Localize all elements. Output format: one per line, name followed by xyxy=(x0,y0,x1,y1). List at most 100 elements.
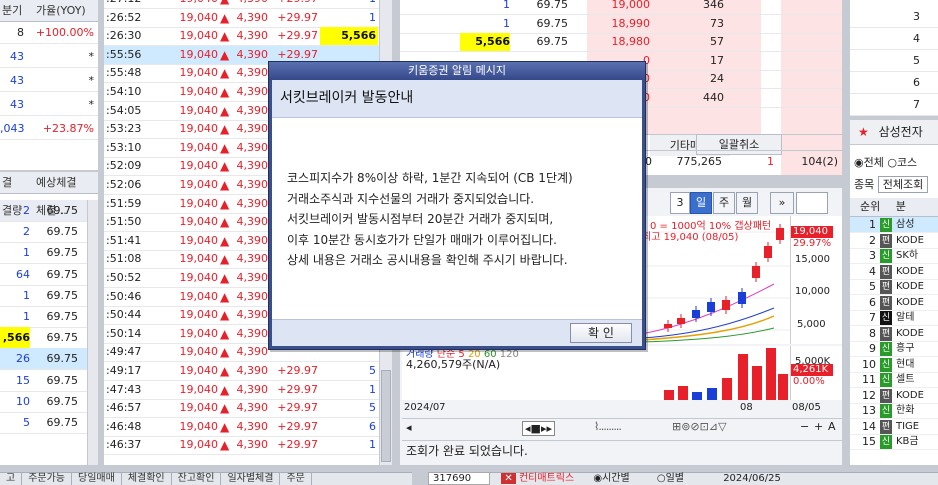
left-scrollbar[interactable] xyxy=(87,200,98,465)
price-cell: 19,040 xyxy=(179,122,219,136)
table-row[interactable]: :47:43 19,040 ▲ 4,390 +29.97 1 xyxy=(104,381,392,400)
nav-stop-icon[interactable]: ■ xyxy=(531,422,541,435)
table-row[interactable]: 26 69.75 xyxy=(0,348,98,371)
percent-cell: +29.97 xyxy=(270,0,318,8)
stock-code-input[interactable]: 317690 xyxy=(428,472,491,485)
list-item[interactable]: 10 신 현대 xyxy=(850,357,938,373)
volume-bar xyxy=(766,348,776,400)
tab-day[interactable]: 일 xyxy=(690,192,712,214)
bottom-tab[interactable]: 잔고확인 xyxy=(172,473,222,485)
bottom-tab[interactable]: 체결확인 xyxy=(122,473,172,485)
scroll-thumb[interactable] xyxy=(381,370,391,462)
list-item[interactable]: 11 신 셀트 xyxy=(850,372,938,388)
list-item[interactable]: 14 편 TIGE xyxy=(850,419,938,435)
table-row[interactable]: 2 69.75 xyxy=(0,221,98,244)
candle xyxy=(738,292,746,304)
time-cell: :55:56 xyxy=(106,47,142,61)
time-cell: :27:12 xyxy=(106,0,162,8)
orderbook-row[interactable]: 1 69.75 19,000 346 xyxy=(400,0,842,15)
date-right: 08/05 xyxy=(792,402,821,413)
ask-qty-cell: 346 xyxy=(703,0,724,11)
change-cell: 4,390 xyxy=(236,122,269,136)
list-item[interactable]: 8 편 KODE xyxy=(850,326,938,342)
table-row[interactable]: 64 69.75 xyxy=(0,264,98,286)
nav-forward-icon[interactable]: ▸▸ xyxy=(541,422,552,435)
rank-cell: 5 xyxy=(869,280,876,293)
bottom-tab[interactable]: 당일매매 xyxy=(72,473,122,485)
scroll-left-icon[interactable]: ◂ xyxy=(406,421,412,434)
change-cell: 4,390 xyxy=(236,10,269,24)
date-field[interactable]: 2024/06/25 xyxy=(723,473,781,484)
filter-select[interactable]: 전체조회 xyxy=(877,176,929,193)
table-row[interactable]: 10 69.75 xyxy=(0,391,98,413)
dialog-title: 키움증권 알림 메시지 xyxy=(269,62,645,80)
tab-expected-trade[interactable]: 예상체결 xyxy=(36,172,76,193)
volume-bar xyxy=(707,388,717,400)
orderbook-row[interactable]: 5,566 69.75 18,980 57 xyxy=(400,33,842,53)
price-tick: 15,000 xyxy=(795,254,830,265)
table-row[interactable]: :46:48 19,040 ▲ 4,390 +29.97 6 xyxy=(104,418,392,437)
radio-by-day[interactable]: ○일별 xyxy=(657,473,684,484)
volume-cell: 1 xyxy=(369,438,376,452)
change-cell: 4,390 xyxy=(236,140,269,154)
next-button[interactable]: » xyxy=(770,192,794,214)
time-cell: :49:17 xyxy=(106,364,142,377)
table-row[interactable]: 1 69.75 xyxy=(0,285,98,307)
star-icon[interactable]: ★ xyxy=(850,125,869,139)
table-row[interactable]: :46:57 19,040 ▲ 4,390 +29.97 5 xyxy=(104,399,392,419)
percent-cell: +29.97 xyxy=(277,382,318,396)
table-row[interactable]: :46:37 19,040 ▲ 4,390 +29.97 1 xyxy=(104,436,392,456)
list-item[interactable]: 12 편 KODE xyxy=(850,388,938,404)
period-input[interactable]: 3 xyxy=(670,192,690,214)
table-row[interactable]: ,566 69.75 xyxy=(0,327,98,350)
orderbook-row[interactable]: 1 69.75 18,990 73 xyxy=(400,15,842,34)
zoom-in-icon[interactable]: + xyxy=(814,420,823,433)
tab-week[interactable]: 주 xyxy=(713,192,735,214)
list-item[interactable]: 4 편 KODE xyxy=(850,264,938,280)
time-cell: :51:08 xyxy=(106,252,142,266)
list-item[interactable]: 5 편 KODE xyxy=(850,279,938,295)
table-row[interactable]: 15 69.75 xyxy=(0,370,98,392)
bottom-tab[interactable]: 고 xyxy=(0,473,23,485)
list-item[interactable]: 2 편 KODE xyxy=(850,233,938,249)
radio-by-time[interactable]: ◉시간별 xyxy=(593,473,629,484)
time-cell: :50:46 xyxy=(106,289,142,303)
list-item[interactable]: 7 신 알테 xyxy=(850,310,938,326)
tab-month[interactable]: 월 xyxy=(736,192,758,214)
nav-buttons[interactable]: ◂■▸▸ xyxy=(522,421,555,436)
table-row[interactable]: :26:52 19,040 ▲ 4,390 +29.97 1 xyxy=(104,9,392,28)
table-row[interactable]: 5 69.75 xyxy=(0,412,98,434)
list-item[interactable]: 15 신 KB금 xyxy=(850,434,938,450)
chart-tools-icons[interactable]: ⊞⊚⊘⊡⊿▽ xyxy=(672,420,727,433)
list-item[interactable]: 3 신 SK하 xyxy=(850,248,938,264)
ok-button[interactable]: 확 인 xyxy=(570,323,632,343)
quick-item[interactable]: 컨티매트릭스 xyxy=(519,473,574,484)
time-cell: :50:14 xyxy=(106,326,142,340)
table-row[interactable]: :26:30 19,040 ▲ 4,390 +29.97 5,566 xyxy=(104,27,392,47)
bottom-tab[interactable]: 주문가능 xyxy=(22,473,73,485)
left-mid-header: 결 예상체결 xyxy=(0,172,98,194)
bottom-tab[interactable]: 주문 xyxy=(280,473,312,485)
bottom-tab[interactable]: 일자별체결 xyxy=(221,473,281,485)
rank-cell: 7 xyxy=(869,311,876,324)
radio-kospi[interactable]: ○코스 xyxy=(887,156,917,169)
table-row[interactable]: 2 69.75 xyxy=(0,200,98,222)
ask-qty-cell: 73 xyxy=(710,16,724,30)
badge-icon: 신 xyxy=(880,357,892,372)
radio-all[interactable]: ◉전체 xyxy=(854,156,884,169)
list-item[interactable]: 13 신 한화 xyxy=(850,403,938,419)
list-item[interactable]: 9 신 흥구 xyxy=(850,341,938,357)
period-extra-box[interactable] xyxy=(796,192,828,214)
stock-name-cell: KODE xyxy=(896,327,924,339)
table-row[interactable]: 1 69.75 xyxy=(0,306,98,328)
zoom-out-icon[interactable]: − xyxy=(800,420,809,433)
list-item[interactable]: 6 편 KODE xyxy=(850,295,938,311)
list-item[interactable]: 1 신 삼성 xyxy=(850,217,938,233)
table-row[interactable]: :49:17 19,040 ▲ 4,390 +29.97 5 xyxy=(104,362,392,381)
number-cell: 3 xyxy=(913,10,920,23)
auto-scale-icon[interactable]: A xyxy=(828,420,836,433)
change-cell: 4,390 xyxy=(236,66,269,80)
volume-chart-area[interactable]: 거래량 단순 5 20 60 120 4,260,579주(N/A) xyxy=(402,346,790,400)
table-row[interactable]: 1 69.75 xyxy=(0,242,98,265)
zoom-slider[interactable]: ⌇......... xyxy=(594,420,622,433)
